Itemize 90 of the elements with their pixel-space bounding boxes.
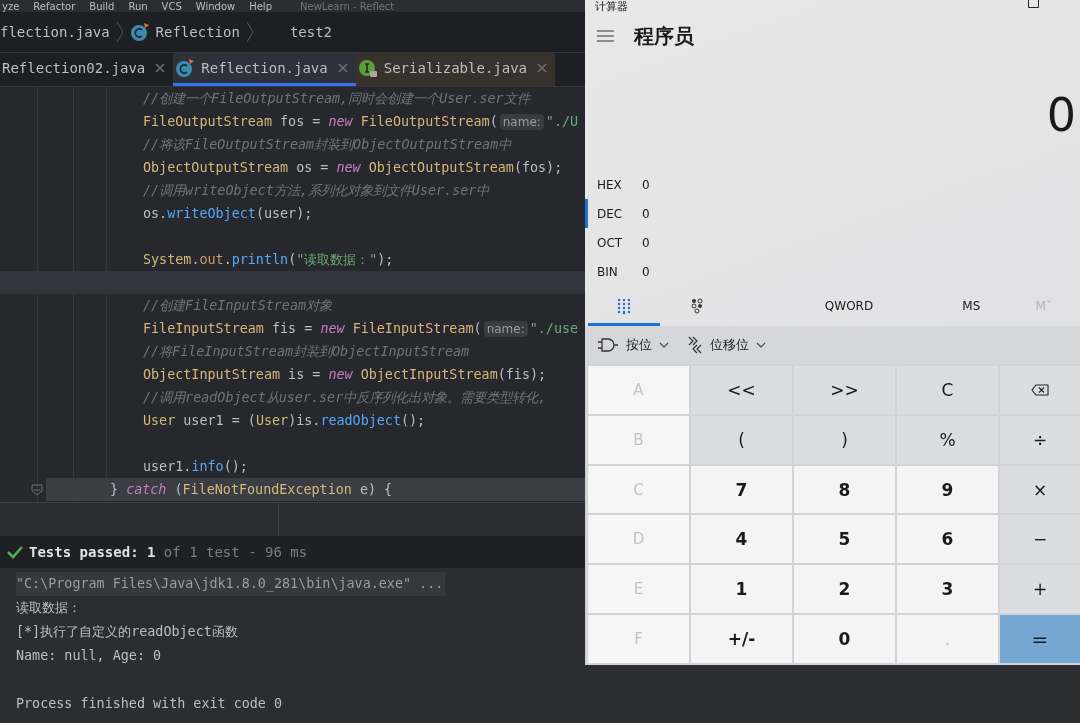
calculator-key[interactable]: 2 xyxy=(794,565,895,614)
logic-gate-icon xyxy=(597,338,619,352)
code-text: ObjectInputStream is = new ObjectInputStream(fis); xyxy=(143,367,547,382)
calculator-key[interactable]: 1 xyxy=(691,565,792,614)
chevron-icon xyxy=(245,21,254,43)
console-line: Process finished with exit code 0 xyxy=(16,695,283,713)
breadcrumb[interactable]: flection.java xyxy=(0,24,110,40)
file-tab[interactable]: Reflection02.java xyxy=(0,53,174,86)
close-icon[interactable] xyxy=(337,63,348,73)
dots-icon xyxy=(690,297,703,314)
calculator-key[interactable]: << xyxy=(691,366,792,414)
menu-icon[interactable] xyxy=(597,30,614,42)
calculator-key[interactable]: C xyxy=(897,366,998,414)
chevron-icon xyxy=(115,21,124,43)
console-line: [*]执行了自定义的readObject函数 xyxy=(16,623,238,641)
radix-row[interactable]: DEC 0 xyxy=(585,199,677,228)
code-text: ObjectOutputStream os = new ObjectOutputStream(fos); xyxy=(143,160,563,175)
menu-item[interactable]: Build xyxy=(89,0,115,12)
code-text: user1.info(); xyxy=(143,459,248,474)
class-icon xyxy=(129,22,150,42)
code-text: //调用writeObject方法,系列化对象到文件User.ser中 xyxy=(143,181,490,200)
calculator-key[interactable]: >> xyxy=(794,366,895,414)
code-text: //创建FileInputStream对象 xyxy=(143,296,333,315)
code-text: FileOutputStream fos = new FileOutputStream( xyxy=(143,114,498,129)
calculator-key[interactable]: = xyxy=(1000,615,1080,663)
parameter-hint: name: xyxy=(483,320,528,337)
calculator-key[interactable]: ( xyxy=(691,415,792,464)
word-size-button[interactable]: QWORD xyxy=(762,288,936,326)
chevron-down-icon xyxy=(756,342,766,348)
backspace-key[interactable] xyxy=(1000,366,1080,414)
code-text: System.out.println("读取数据："); xyxy=(143,250,394,269)
code-text: os.writeObject(user); xyxy=(143,206,313,221)
breadcrumb[interactable]: Reflection xyxy=(155,24,240,40)
calculator-key[interactable]: 6 xyxy=(897,515,998,564)
file-tab[interactable]: Serializable.java xyxy=(355,53,556,86)
radix-row[interactable]: BIN 0 xyxy=(585,257,677,286)
file-tab[interactable]: Reflection.java xyxy=(173,53,356,86)
calculator-key[interactable]: 8 xyxy=(794,465,895,514)
test-summary: Tests passed: 1 of 1 test - 96 ms xyxy=(29,544,308,560)
calculator-key[interactable]: 3 xyxy=(897,565,998,614)
code-text: } catch (FileNotFoundException e) { xyxy=(110,482,393,497)
menu-item[interactable]: Run xyxy=(128,0,148,12)
chevron-down-icon xyxy=(659,342,669,348)
fold-icon[interactable] xyxy=(31,484,43,496)
code-text: //调用readObject从user.ser中反序列化出对象。需要类型转化, xyxy=(143,388,547,407)
display-value: 0 xyxy=(1046,88,1076,142)
close-icon[interactable] xyxy=(537,63,548,73)
calculator-key[interactable]: 7 xyxy=(691,465,792,514)
interface-icon xyxy=(357,58,378,78)
menu-item[interactable]: Window xyxy=(195,0,236,12)
class-icon xyxy=(175,58,196,78)
calculator-key[interactable]: 0 xyxy=(794,615,895,663)
calculator-key[interactable]: ÷ xyxy=(1000,415,1080,464)
menu-item[interactable]: Help xyxy=(249,0,272,12)
window-title: 计算器 xyxy=(595,0,628,14)
calculator-key[interactable]: × xyxy=(1000,465,1080,514)
menu-item[interactable]: Refactor xyxy=(33,0,76,12)
memory-button[interactable]: MS xyxy=(935,288,1008,326)
calculator-key[interactable]: − xyxy=(1000,515,1080,564)
console-line: Name: null, Age: 0 xyxy=(16,647,162,665)
keypad-icon xyxy=(617,297,632,314)
radix-row[interactable]: HEX 0 xyxy=(585,170,677,199)
radix-row[interactable]: OCT 0 xyxy=(585,228,677,257)
calculator-key[interactable]: 9 xyxy=(897,465,998,514)
window-title: NewLearn - Reflect xyxy=(300,0,395,12)
calculator-key[interactable]: +/- xyxy=(691,615,792,663)
code-text: FileInputStream fis = new FileInputStream( xyxy=(143,321,482,336)
code-text: //将FileInputStream封装到ObjectInputStream xyxy=(143,342,470,361)
calculator-key[interactable]: + xyxy=(1000,565,1080,614)
breadcrumb[interactable]: test2 xyxy=(289,24,333,40)
calculator-key[interactable]: 4 xyxy=(691,515,792,564)
code-text: User user1 = (User)is.readObject(); xyxy=(143,413,426,428)
console-line: 读取数据： xyxy=(16,599,81,617)
dropdown-button[interactable]: 按位 xyxy=(597,336,669,354)
backspace-icon xyxy=(1031,383,1049,396)
code-text: //将该FileOutputStream封装到ObjectOutputStream中 xyxy=(143,135,512,154)
mode-title: 程序员 xyxy=(634,22,694,50)
shift-icon xyxy=(687,336,703,354)
calculator-key[interactable]: 5 xyxy=(794,515,895,564)
maximize-icon[interactable] xyxy=(1028,0,1039,8)
menu-item[interactable]: yze xyxy=(2,0,20,12)
calculator-key[interactable]: % xyxy=(897,415,998,464)
code-text: //创建一个FileOutputStream,同时会创建一个User.ser文件 xyxy=(143,89,530,108)
code-text: "./U xyxy=(545,114,579,129)
parameter-hint: name: xyxy=(499,113,544,130)
close-icon[interactable] xyxy=(155,63,166,73)
menu-item[interactable]: VCS xyxy=(161,0,182,12)
code-text: "./use xyxy=(529,321,579,336)
dropdown-button[interactable]: 位移位 xyxy=(687,336,766,354)
calculator-key[interactable]: ) xyxy=(794,415,895,464)
